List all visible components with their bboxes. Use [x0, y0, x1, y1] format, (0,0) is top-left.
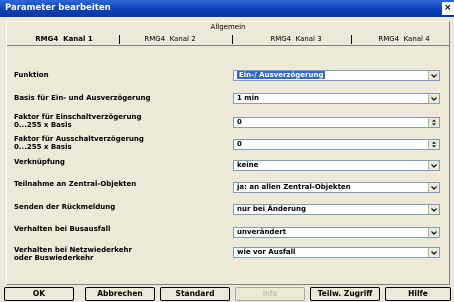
tab-separator [351, 35, 352, 44]
spinner-arrows-icon[interactable] [428, 140, 439, 149]
basis-dropdown[interactable]: 1 min [233, 93, 440, 104]
tab-channel: Kanal 2 [169, 35, 196, 43]
dropdown-value: 1 min [237, 94, 259, 102]
netzwiederkehr-dropdown[interactable]: wie vor Ausfall [233, 247, 440, 258]
chevron-down-icon[interactable] [428, 94, 439, 103]
chevron-down-icon[interactable] [428, 71, 439, 80]
param-label: Senden der Rückmeldung [14, 203, 116, 211]
info-button[interactable]: Info [235, 287, 305, 301]
param-label: Verknüpfung [14, 158, 65, 166]
tab-kanal-4[interactable]: RMG4 Kanal 4 [359, 33, 449, 45]
chevron-down-icon[interactable] [428, 205, 439, 214]
spinner-arrows-icon[interactable] [428, 118, 439, 127]
tab-channel: Kanal 1 [63, 35, 93, 43]
chevron-down-icon[interactable] [428, 228, 439, 237]
chevron-down-icon[interactable] [428, 248, 439, 257]
spinner-value: 0 [237, 118, 242, 126]
dropdown-value: Ein-/ Ausverzögerung [237, 71, 326, 79]
dropdown-value: nur bei Änderung [237, 205, 307, 213]
zentral-objekte-dropdown[interactable]: ja: an allen Zentral-Objekten [233, 182, 440, 193]
title-bar[interactable]: Parameter bearbeiten × [0, 0, 454, 17]
tab-separator [232, 35, 233, 44]
cancel-button[interactable]: Abbrechen [85, 287, 155, 301]
ok-button[interactable]: OK [4, 287, 74, 301]
standard-button[interactable]: Standard [160, 287, 230, 301]
tab-device: RMG4 [35, 35, 59, 43]
button-bar: OK Abbrechen Standard Info Teilw. Zugrif… [0, 287, 454, 302]
tab-kanal-2[interactable]: RMG4 Kanal 2 [125, 33, 215, 45]
chevron-down-icon[interactable] [428, 183, 439, 192]
chevron-down-icon[interactable] [428, 161, 439, 170]
einschalt-spinner[interactable]: 0 [233, 117, 440, 128]
rueckmeldung-dropdown[interactable]: nur bei Änderung [233, 204, 440, 215]
channel-tabs: RMG4 Kanal 1 RMG4 Kanal 2 RMG4 Kanal 3 R… [7, 33, 449, 45]
partial-access-button[interactable]: Teilw. Zugriff [310, 287, 380, 301]
help-button[interactable]: Hilfe [385, 287, 451, 301]
close-button[interactable]: × [442, 2, 454, 15]
dropdown-value: keine [237, 161, 259, 169]
verknuepfung-dropdown[interactable]: keine [233, 160, 440, 171]
param-label: Faktor für Einschaltverzögerung 0...255 … [14, 113, 142, 129]
param-label: Funktion [14, 71, 49, 79]
group-title: Allgemein [210, 23, 246, 31]
param-label: Basis für Ein- und Ausverzögerung [14, 94, 151, 102]
tab-device: RMG4 [144, 35, 166, 43]
dropdown-value: ja: an allen Zentral-Objekten [237, 183, 351, 191]
funktion-dropdown[interactable]: Ein-/ Ausverzögerung [233, 70, 440, 81]
ausschalt-spinner[interactable]: 0 [233, 139, 440, 150]
tab-channel: Kanal 3 [295, 35, 322, 43]
tab-channel: Kanal 4 [403, 35, 430, 43]
tab-device: RMG4 [378, 35, 400, 43]
tab-separator [119, 35, 120, 44]
busausfall-dropdown[interactable]: unverändert [233, 227, 440, 238]
tab-device: RMG4 [270, 35, 292, 43]
param-label: Teilnahme an Zentral-Objekten [14, 180, 137, 188]
tab-kanal-1[interactable]: RMG4 Kanal 1 [21, 33, 107, 45]
window-title: Parameter bearbeiten [5, 3, 111, 13]
spinner-value: 0 [237, 140, 242, 148]
tab-kanal-3[interactable]: RMG4 Kanal 3 [251, 33, 341, 45]
tab-divider [7, 45, 449, 46]
dropdown-value: wie vor Ausfall [237, 248, 296, 256]
parameter-dialog: Parameter bearbeiten × Allgemein RMG4 Ka… [0, 0, 454, 302]
dropdown-value: unverändert [237, 228, 286, 236]
param-label: Verhalten bei Busausfall [14, 225, 111, 233]
param-label: Verhalten bei Netzwiederkehr oder Buswie… [14, 246, 132, 262]
param-label: Faktor für Ausschaltverzögerung 0...255 … [14, 135, 144, 151]
